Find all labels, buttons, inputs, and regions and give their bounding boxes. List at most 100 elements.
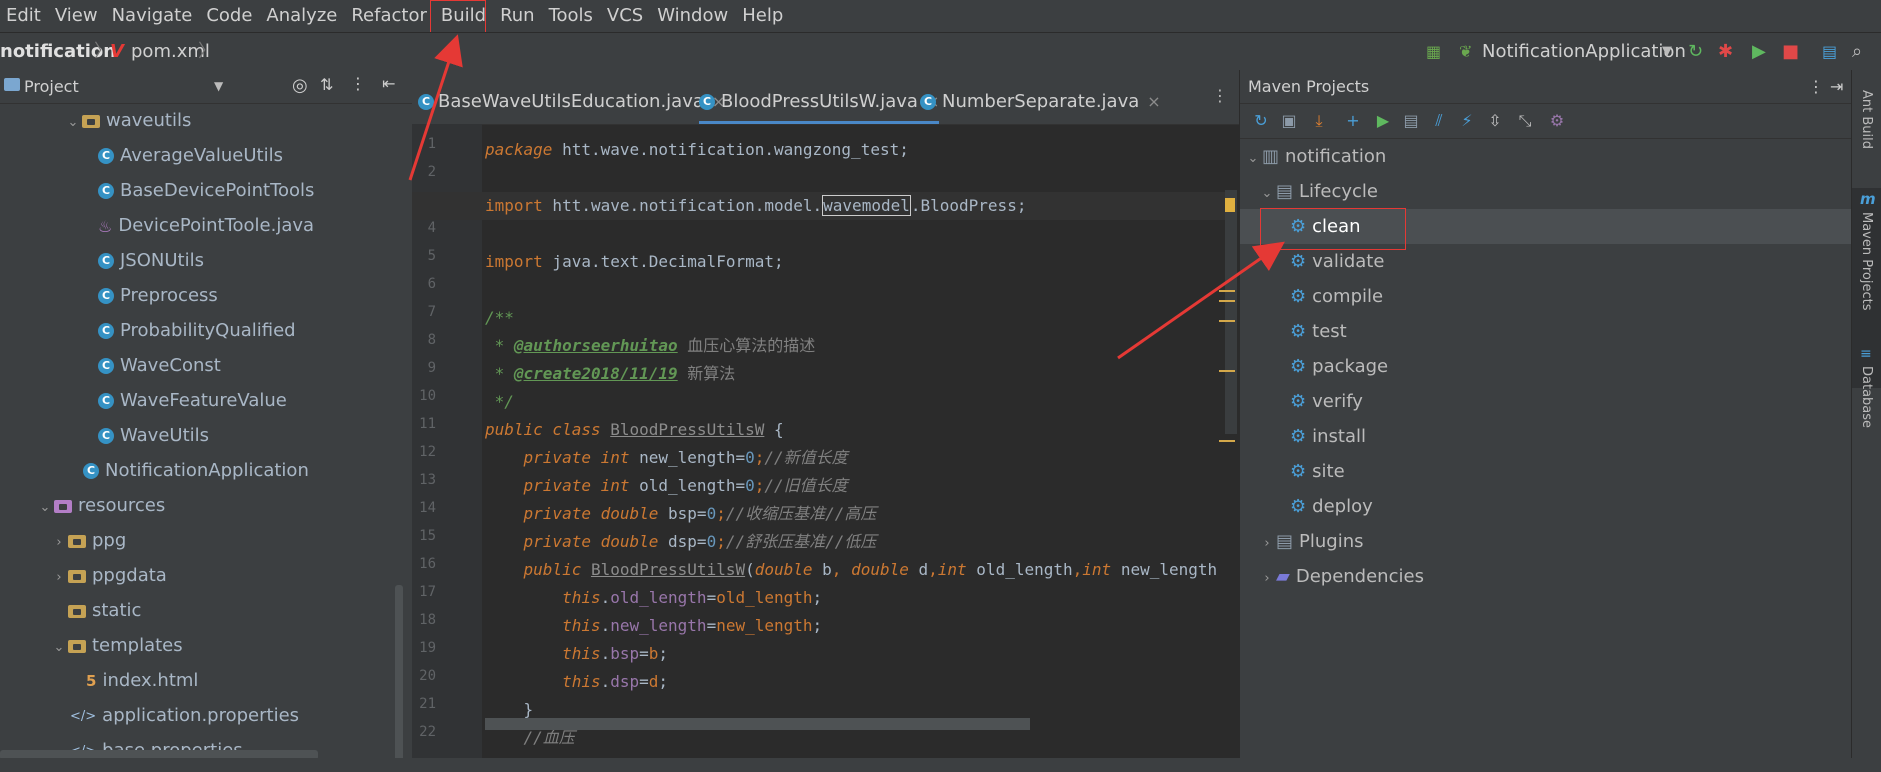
layout-icon[interactable]: ▤ [1822,33,1837,71]
stop-icon[interactable]: ■ [1782,33,1799,71]
settings-gear-icon[interactable]: ⚙ [1548,112,1566,130]
tree-item-resources[interactable]: ⌄ resources [38,488,166,525]
add-icon[interactable]: + [1344,112,1362,130]
maven-plugins[interactable]: › ▤ Plugins [1260,524,1363,561]
chevron-down-icon[interactable]: ▼ [214,79,223,93]
tree-scrollbar[interactable] [395,585,403,772]
collapse-all-icon[interactable]: ⤡ [1516,112,1534,130]
debug-icon[interactable]: ✱ [1718,33,1733,71]
tree-item-label: static [92,600,142,621]
chevron-right-icon[interactable]: › [1260,561,1274,596]
maven-goal-test[interactable]: ⚙ test [1290,314,1347,349]
maven-goal-compile[interactable]: ⚙ compile [1290,279,1383,314]
chevron-down-icon[interactable]: ⌄ [52,630,66,665]
highlighted-word: wavemodel [822,195,911,216]
side-tab-database[interactable]: Database [1859,366,1874,428]
menu-view[interactable]: View [48,0,105,32]
search-icon[interactable]: ⌕ [1852,33,1862,71]
chevron-down-icon[interactable]: ⌄ [1260,176,1274,211]
menu-code[interactable]: Code [199,0,259,32]
code-line: private double bsp=0;//收缩压基准//高压 [485,500,877,528]
download-icon[interactable]: ⤓ [1310,112,1328,130]
code-area[interactable]: package htt.wave.notification.wangzong_t… [485,124,1239,772]
structure-icon[interactable]: ▦ [1426,33,1441,71]
tree-item-static[interactable]: static [68,593,141,628]
menu-help[interactable]: Help [735,0,790,32]
tab-options-icon[interactable]: ⋮ [1212,86,1228,105]
hide-panel-icon[interactable]: ⇤ [382,74,395,93]
run-icon[interactable]: ▶ [1752,33,1766,71]
maven-dependencies[interactable]: › ▰ Dependencies [1260,559,1424,594]
toggle-offline-icon[interactable]: ⫽ [1430,112,1448,130]
tree-item-application[interactable]: C NotificationApplication [83,453,309,488]
run-icon[interactable]: ▶ [1374,112,1392,130]
maven-goal-install[interactable]: ⚙ install [1290,419,1366,454]
menu-navigate[interactable]: Navigate [105,0,200,32]
generate-sources-icon[interactable]: ▣ [1280,112,1298,130]
chevron-right-icon[interactable]: › [52,560,66,595]
line-number: 13 [419,472,436,488]
tree-item-java-file[interactable]: ♨ DevicePointToole.java [98,208,314,243]
chevron-right-icon[interactable]: › [1260,526,1274,561]
maven-goal-package[interactable]: ⚙ package [1290,349,1388,384]
maven-goal-site[interactable]: ⚙ site [1290,454,1345,489]
side-tab-maven-projects[interactable]: Maven Projects [1859,212,1874,311]
tree-item-waveutils[interactable]: ⌄ waveutils [66,103,192,140]
rerun-icon[interactable]: ↻ [1688,33,1703,71]
tree-item-class[interactable]: C BaseDevicePointTools [98,173,314,208]
tree-item-class[interactable]: C WaveFeatureValue [98,383,287,418]
doc-tag: @authorseerhuitao [513,336,678,355]
tree-item-properties[interactable]: </> application.properties [70,698,299,733]
chevron-down-icon[interactable]: ⌄ [38,490,52,525]
chevron-right-icon[interactable]: › [52,525,66,560]
tree-item-ppg[interactable]: › ppg [52,523,126,558]
maven-projects-panel: Maven Projects ⋮ ⇥ ↻ ▣ ⤓ + ▶ ▤ ⫽ ⚡ ⇳ ⤡ ⚙… [1239,70,1852,772]
tree-item-class[interactable]: C AverageValueUtils [98,138,283,173]
options-icon[interactable]: ⋮ [350,74,366,93]
tree-item-class[interactable]: C ProbabilityQualified [98,313,296,348]
tree-item-html[interactable]: 5 index.html [86,663,198,698]
skip-tests-icon[interactable]: ⚡ [1458,112,1476,130]
options-icon[interactable]: ⋮ [1808,70,1824,103]
maven-root-notification[interactable]: ⌄ ▥ notification [1246,139,1387,176]
chevron-down-icon[interactable]: ⌄ [66,105,80,140]
menu-analyze[interactable]: Analyze [259,0,344,32]
menu-vcs[interactable]: VCS [600,0,650,32]
reimport-icon[interactable]: ↻ [1252,112,1270,130]
menu-run[interactable]: Run [493,0,542,32]
number: 0 [745,476,755,495]
tree-item-label: application.properties [102,705,300,726]
tab-blood-press-utils-w[interactable]: CBloodPressUtilsW.java× [699,80,940,124]
menu-edit[interactable]: Edit [0,0,48,32]
chevron-down-icon[interactable]: ▼ [1662,33,1672,71]
maven-goal-verify[interactable]: ⚙ verify [1290,384,1363,419]
menu-window[interactable]: Window [650,0,735,32]
editor-horizontal-scrollbar[interactable] [485,718,1030,730]
tree-item-class[interactable]: C WaveConst [98,348,221,383]
execute-goal-icon[interactable]: ▤ [1402,112,1420,130]
keyword: double [851,560,909,579]
close-icon[interactable]: × [1147,92,1160,111]
tree-item-ppgdata[interactable]: › ppgdata [52,558,166,595]
show-dependencies-icon[interactable]: ⇳ [1486,112,1504,130]
tab-number-separate[interactable]: C NumberSeparate.java × [920,80,1161,124]
run-configuration-select[interactable]: NotificationApplication [1482,33,1686,71]
spring-app-icon: C [83,463,99,479]
project-panel-title[interactable]: Project [24,70,79,103]
tree-item-templates[interactable]: ⌄ templates [52,628,183,663]
maven-toolbar: ↻ ▣ ⤓ + ▶ ▤ ⫽ ⚡ ⇳ ⤡ ⚙ [1240,104,1852,139]
side-tab-ant-build[interactable]: Ant Build [1859,90,1874,149]
hide-panel-icon[interactable]: ⇥ [1830,70,1843,103]
maven-goal-deploy[interactable]: ⚙ deploy [1290,489,1373,524]
collapse-icon[interactable]: ⇅ [320,75,333,94]
tree-item-class[interactable]: C WaveUtils [98,418,209,453]
tree-item-class[interactable]: C JSONUtils [98,243,204,278]
tree-item-class[interactable]: C Preprocess [98,278,218,313]
chevron-down-icon[interactable]: ⌄ [1246,141,1260,176]
menu-refactor[interactable]: Refactor [344,0,434,32]
line-number: 2 [427,164,436,180]
maven-lifecycle[interactable]: ⌄ ▤ Lifecycle [1260,174,1378,209]
target-icon[interactable]: ◎ [292,75,308,96]
tab-base-wave-utils-education[interactable]: C BaseWaveUtilsEducation.java × [418,80,725,124]
menu-tools[interactable]: Tools [542,0,600,32]
